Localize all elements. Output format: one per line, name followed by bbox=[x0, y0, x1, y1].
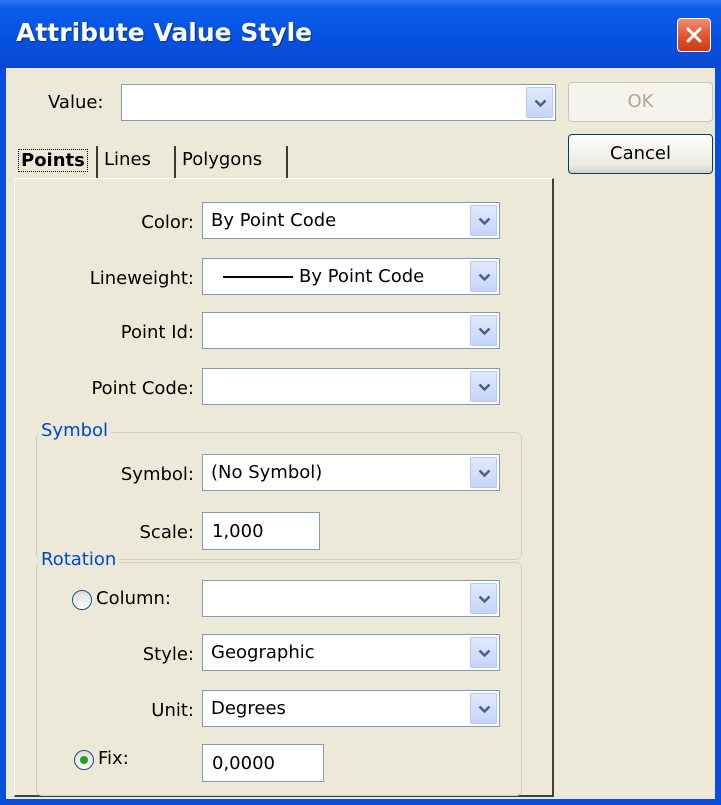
chevron-down-icon bbox=[478, 327, 491, 336]
radio-selected-dot bbox=[80, 756, 88, 764]
chevron-down-icon bbox=[478, 469, 491, 478]
unit-dropdown-text: Degrees bbox=[211, 698, 286, 719]
point-code-dropdown[interactable] bbox=[202, 368, 500, 405]
symbol-group-title: Symbol bbox=[38, 420, 112, 441]
scale-label: Scale: bbox=[139, 522, 195, 543]
point-id-dropdown-button[interactable] bbox=[470, 315, 497, 346]
symbol-dropdown[interactable]: (No Symbol) bbox=[202, 454, 500, 491]
lineweight-dropdown[interactable]: By Point Code bbox=[202, 258, 500, 295]
lineweight-dropdown-button[interactable] bbox=[470, 261, 497, 292]
fix-radio[interactable] bbox=[74, 750, 94, 770]
unit-dropdown[interactable]: Degrees bbox=[202, 690, 500, 727]
dialog-body: Value: OK Cancel Points Lines Polygons C… bbox=[6, 68, 715, 799]
point-id-label: Point Id: bbox=[120, 322, 194, 343]
fix-input-text: 0,0000 bbox=[212, 753, 275, 774]
cancel-button[interactable]: Cancel bbox=[568, 134, 713, 174]
value-label: Value: bbox=[48, 92, 104, 113]
chevron-down-icon bbox=[478, 705, 491, 714]
close-button[interactable] bbox=[677, 18, 711, 52]
unit-label: Unit: bbox=[151, 700, 194, 721]
ok-button-label: OK bbox=[627, 91, 654, 112]
value-dropdown-button[interactable] bbox=[526, 87, 553, 118]
style-dropdown-button[interactable] bbox=[470, 637, 497, 668]
fix-input[interactable]: 0,0000 bbox=[202, 744, 324, 782]
value-dropdown[interactable] bbox=[121, 84, 556, 121]
tab-polygons[interactable]: Polygons bbox=[176, 140, 288, 182]
tab-polygons-label: Polygons bbox=[182, 149, 263, 170]
fix-label: Fix: bbox=[98, 748, 129, 769]
chevron-down-icon bbox=[478, 383, 491, 392]
style-label: Style: bbox=[142, 644, 194, 665]
scale-input[interactable]: 1,000 bbox=[202, 512, 320, 550]
point-code-label: Point Code: bbox=[91, 378, 194, 399]
lineweight-label: Lineweight: bbox=[89, 268, 194, 289]
tab-points[interactable]: Points bbox=[16, 140, 98, 182]
chevron-down-icon bbox=[478, 217, 491, 226]
point-id-dropdown[interactable] bbox=[202, 312, 500, 349]
style-dropdown-text: Geographic bbox=[211, 642, 315, 663]
scale-input-text: 1,000 bbox=[212, 521, 264, 542]
color-dropdown[interactable]: By Point Code bbox=[202, 202, 500, 239]
unit-dropdown-button[interactable] bbox=[470, 693, 497, 724]
point-code-dropdown-button[interactable] bbox=[470, 371, 497, 402]
symbol-label: Symbol: bbox=[120, 464, 194, 485]
title-bar[interactable]: Attribute Value Style bbox=[0, 0, 721, 68]
column-dropdown-button[interactable] bbox=[470, 583, 497, 614]
chevron-down-icon bbox=[478, 595, 491, 604]
cancel-button-label: Cancel bbox=[610, 143, 671, 164]
color-label: Color: bbox=[141, 212, 194, 233]
symbol-dropdown-text: (No Symbol) bbox=[211, 462, 323, 483]
color-dropdown-button[interactable] bbox=[470, 205, 497, 236]
line-sample bbox=[223, 276, 293, 278]
style-dropdown[interactable]: Geographic bbox=[202, 634, 500, 671]
column-dropdown[interactable] bbox=[202, 580, 500, 617]
rotation-group-title: Rotation bbox=[38, 549, 120, 570]
lineweight-dropdown-text: By Point Code bbox=[299, 266, 425, 287]
chevron-down-icon bbox=[478, 273, 491, 282]
tab-points-label: Points bbox=[18, 149, 88, 172]
column-radio[interactable] bbox=[72, 590, 92, 610]
ok-button[interactable]: OK bbox=[568, 82, 713, 122]
close-icon bbox=[686, 27, 702, 43]
tab-lines-label: Lines bbox=[104, 149, 151, 170]
tab-divider bbox=[286, 146, 288, 178]
window-title: Attribute Value Style bbox=[16, 18, 313, 47]
color-dropdown-text: By Point Code bbox=[211, 210, 337, 231]
symbol-dropdown-button[interactable] bbox=[470, 457, 497, 488]
tab-lines[interactable]: Lines bbox=[98, 140, 174, 182]
column-label: Column: bbox=[96, 588, 171, 609]
chevron-down-icon bbox=[534, 99, 547, 108]
dialog-window: Attribute Value Style Value: OK Cancel P… bbox=[0, 0, 721, 805]
chevron-down-icon bbox=[478, 649, 491, 658]
